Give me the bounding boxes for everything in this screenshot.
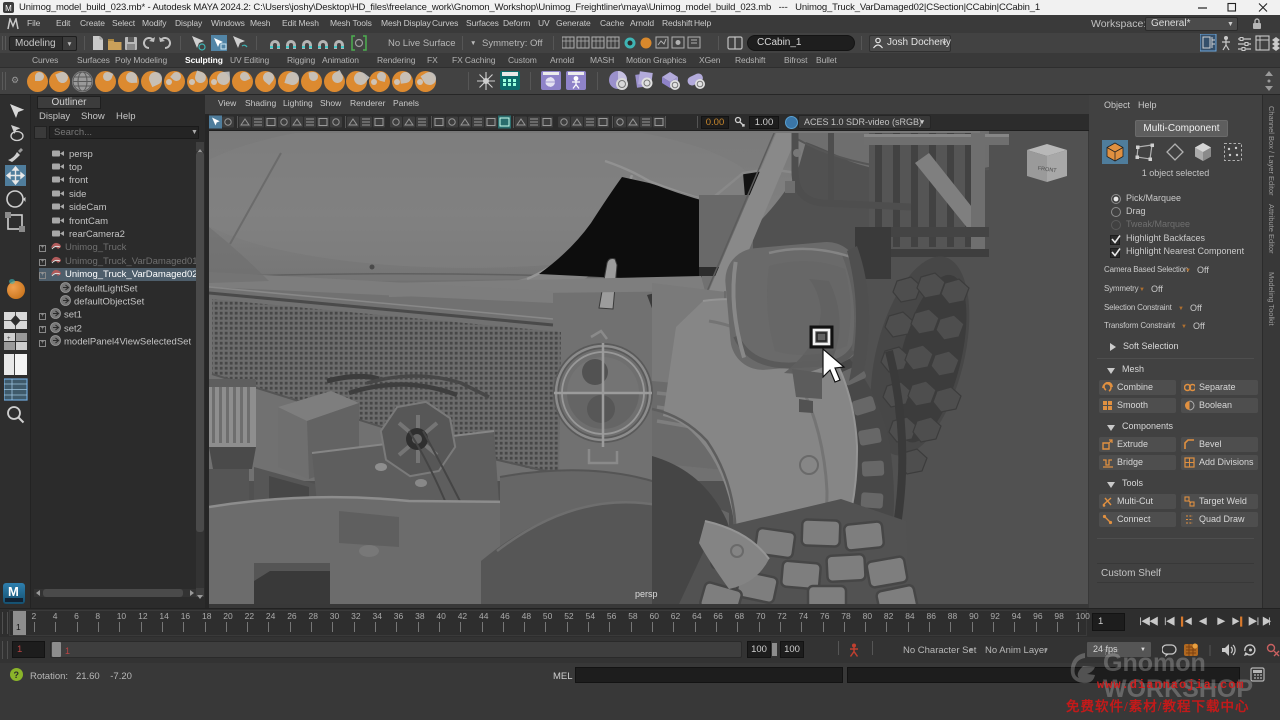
svg-text:+: + <box>7 336 11 342</box>
svg-text:THE: THE <box>1103 648 1119 657</box>
svg-text:persp: persp <box>635 589 658 599</box>
svg-text:M: M <box>5 4 12 13</box>
